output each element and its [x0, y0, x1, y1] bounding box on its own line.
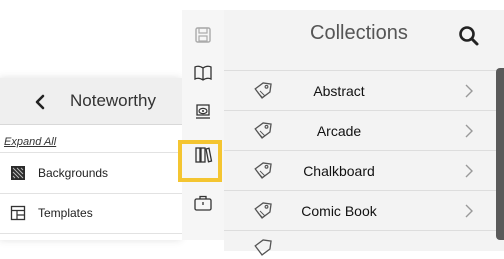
list-item[interactable]: [224, 230, 504, 256]
briefcase-button[interactable]: [182, 186, 224, 220]
backgrounds-icon: [11, 166, 25, 180]
expand-all-link[interactable]: Expand All: [4, 136, 56, 148]
page-title: Collections: [310, 22, 408, 44]
collection-name: Comic Book: [301, 203, 377, 219]
sidebar-item-templates[interactable]: Templates: [0, 193, 182, 234]
list-item[interactable]: Abstract: [224, 70, 504, 111]
sidebar-item-label: Templates: [38, 206, 93, 220]
collection-name: Chalkboard: [303, 163, 375, 179]
stamp-icon: [196, 104, 210, 119]
sidebar-item-backgrounds[interactable]: Backgrounds: [0, 152, 182, 194]
collections-panel: Collections Abstract Arcade Chalkboard C…: [224, 10, 504, 256]
chevron-right-icon: [465, 204, 473, 218]
notebook-panel: Noteworthy Expand All Backgrounds Templa…: [0, 78, 182, 240]
scrollbar[interactable]: [496, 68, 504, 240]
search-icon[interactable]: [457, 24, 481, 48]
list-item[interactable]: Comic Book: [224, 190, 504, 231]
book-button[interactable]: [182, 56, 224, 90]
book-icon: [194, 65, 212, 81]
save-button[interactable]: [182, 18, 224, 52]
list-item[interactable]: Arcade: [224, 110, 504, 151]
back-button[interactable]: [30, 92, 50, 112]
stamp-button[interactable]: [182, 94, 224, 128]
sidebar-item-label: Backgrounds: [38, 166, 109, 180]
collections-header: Collections: [224, 10, 504, 56]
templates-icon: [10, 205, 26, 221]
chevron-right-icon: [465, 84, 473, 98]
chevron-right-icon: [465, 124, 473, 138]
collection-name: Arcade: [316, 123, 362, 139]
chevron-left-icon: [35, 94, 45, 110]
tool-column: [182, 10, 225, 240]
list-item[interactable]: Chalkboard: [224, 150, 504, 191]
briefcase-icon: [194, 195, 212, 211]
save-icon: [195, 27, 211, 43]
active-tool-highlight: [178, 140, 222, 182]
chevron-right-icon: [465, 164, 473, 178]
notebook-title: Noteworthy: [70, 91, 156, 110]
collection-name: Abstract: [313, 83, 365, 99]
tag-icon: [254, 239, 272, 256]
notebook-header: Noteworthy: [0, 78, 182, 125]
